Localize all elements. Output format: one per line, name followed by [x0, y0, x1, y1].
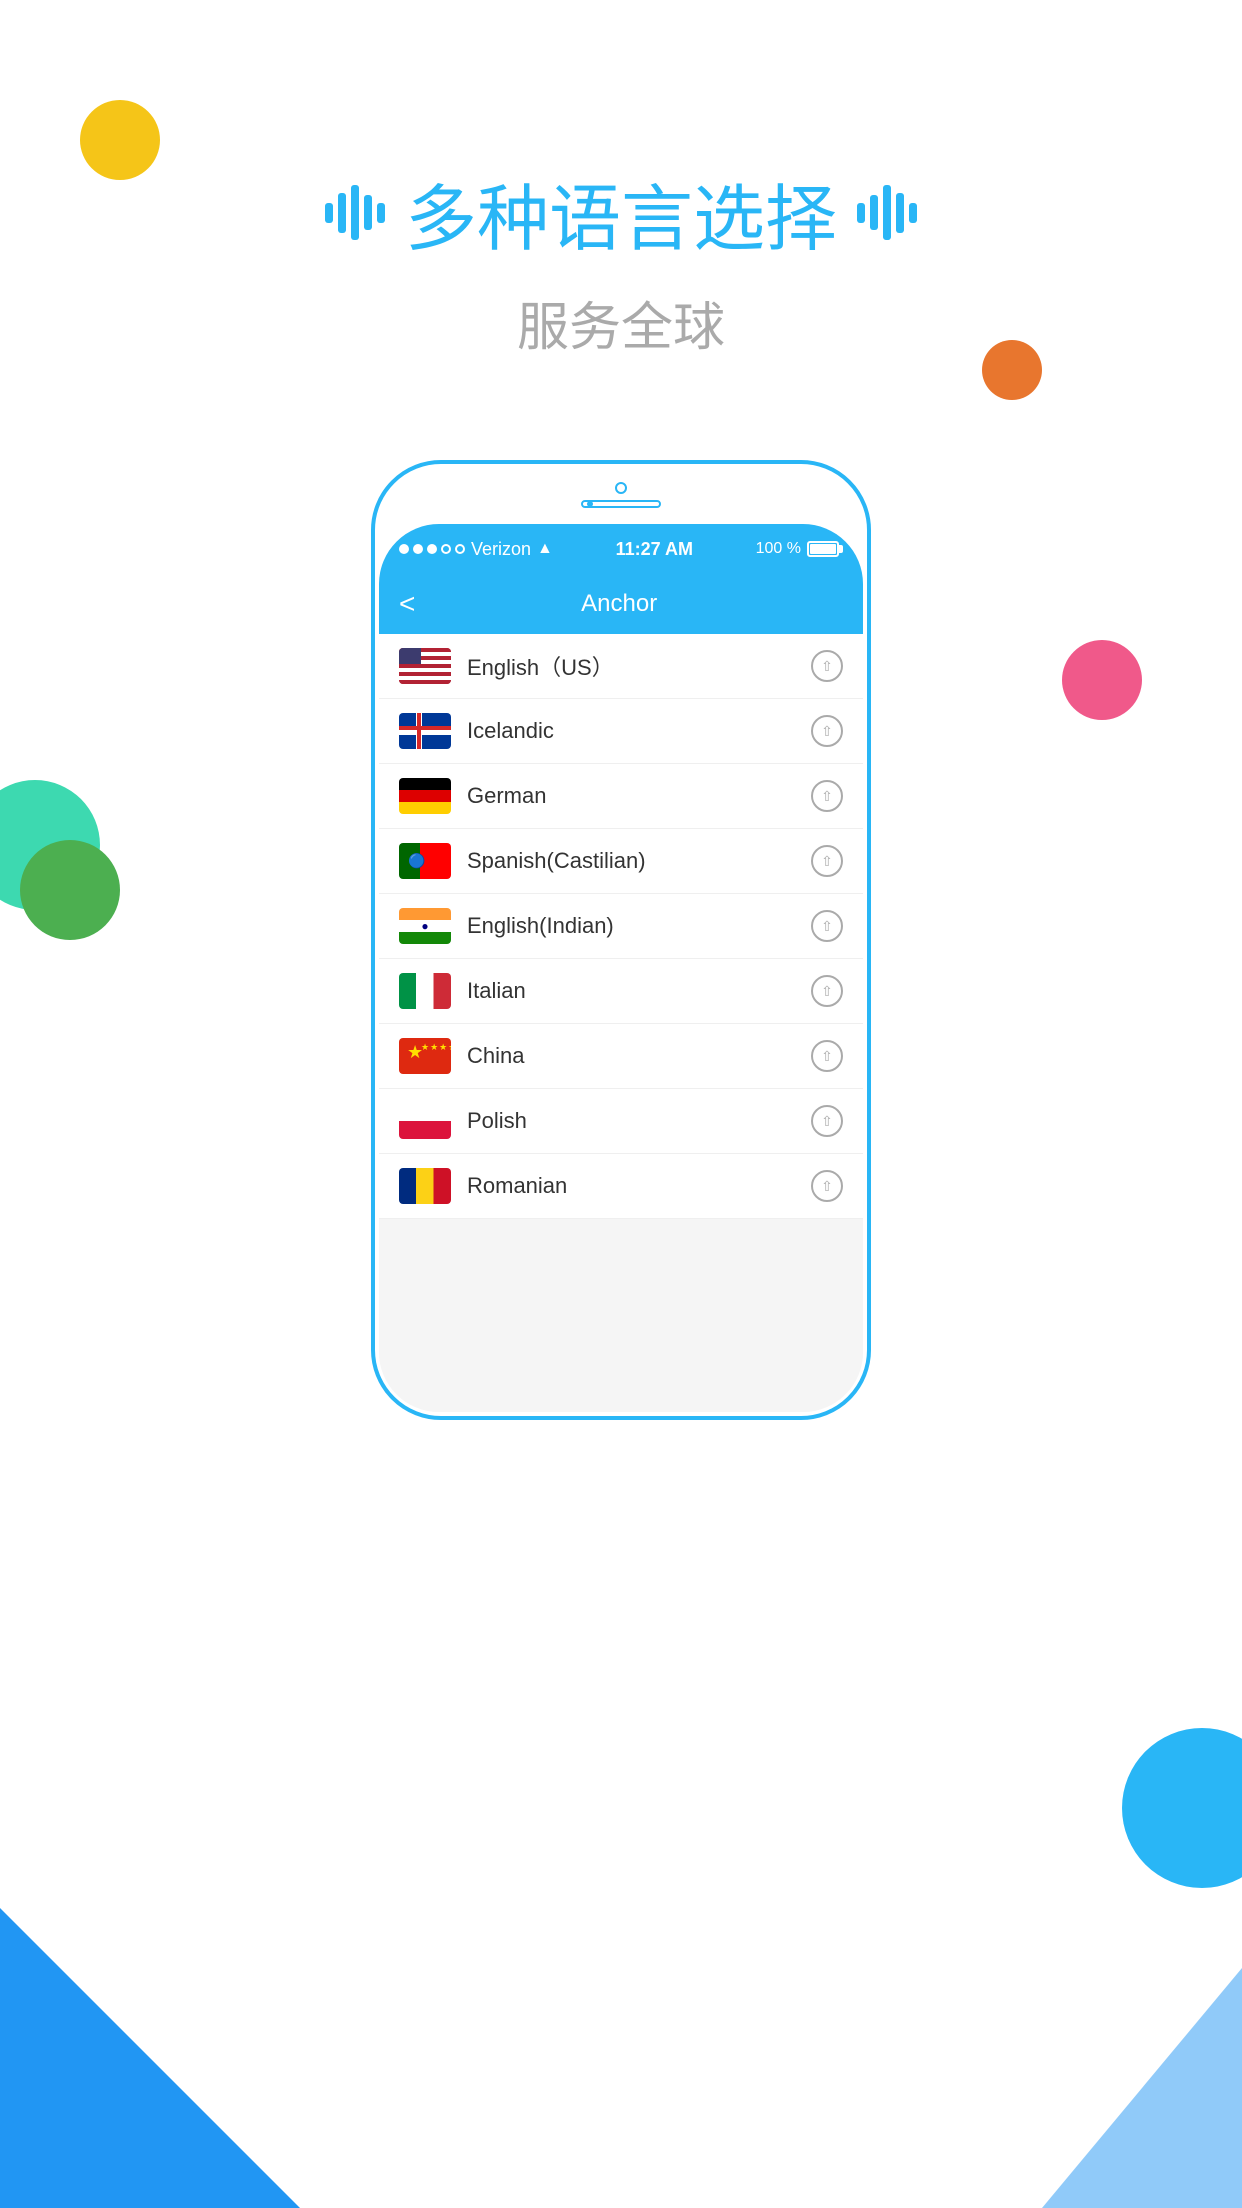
phone-speaker-dot [587, 501, 593, 507]
back-button[interactable]: < [399, 588, 415, 620]
status-bar-right: 100 % [756, 540, 843, 558]
triangle-left-decoration [0, 1708, 300, 2208]
language-item-spanish[interactable]: Spanish(Castilian) ⇧ [379, 829, 863, 894]
phone-top-notch [581, 482, 661, 508]
language-name-english-indian: English(Indian) [467, 913, 795, 939]
chevron-up-icon-polish[interactable]: ⇧ [811, 1105, 843, 1137]
chevron-up-icon-english-indian[interactable]: ⇧ [811, 910, 843, 942]
nav-bar: < Anchor [379, 574, 863, 634]
status-time: 11:27 AM [616, 539, 693, 560]
flag-de [399, 778, 451, 814]
battery-percent: 100 % [756, 540, 801, 558]
main-title-text: 多种语言选择 [405, 160, 837, 265]
chevron-up-icon-italian[interactable]: ⇧ [811, 975, 843, 1007]
battery-tip [839, 545, 843, 553]
flag-ro [399, 1168, 451, 1204]
flag-us [399, 648, 451, 684]
language-name-china: China [467, 1043, 795, 1069]
language-item-china[interactable]: China ⇧ [379, 1024, 863, 1089]
flag-cn [399, 1038, 451, 1074]
language-name-english-us: English（US） [467, 650, 795, 682]
subtitle-text: 服务全球 [0, 285, 1242, 360]
wave-left-icon [325, 185, 385, 240]
signal-dot-4 [441, 544, 451, 554]
wifi-icon: ▲ [537, 540, 553, 558]
signal-dot-5 [455, 544, 465, 554]
phone-mockup: Verizon ▲ 11:27 AM 100 % < Anch [371, 460, 871, 1420]
flag-in [399, 908, 451, 944]
battery-icon [807, 541, 843, 557]
flag-pl [399, 1103, 451, 1139]
flag-is [399, 713, 451, 749]
signal-dots [399, 544, 465, 554]
flag-it [399, 973, 451, 1009]
main-title: 多种语言选择 [0, 160, 1242, 265]
chevron-up-icon-spanish[interactable]: ⇧ [811, 845, 843, 877]
pink-dot-decoration [1062, 640, 1142, 720]
status-bar: Verizon ▲ 11:27 AM 100 % [379, 524, 863, 574]
blue-circle-decoration [1122, 1728, 1242, 1888]
language-name-spanish: Spanish(Castilian) [467, 848, 795, 874]
header-area: 多种语言选择 服务全球 [0, 160, 1242, 360]
wave-right-icon [857, 185, 917, 240]
signal-dot-1 [399, 544, 409, 554]
chevron-up-icon-icelandic[interactable]: ⇧ [811, 715, 843, 747]
signal-dot-3 [427, 544, 437, 554]
language-item-english-indian[interactable]: English(Indian) ⇧ [379, 894, 863, 959]
chevron-up-icon-german[interactable]: ⇧ [811, 780, 843, 812]
language-name-polish: Polish [467, 1108, 795, 1134]
flag-pt [399, 843, 451, 879]
nav-title: Anchor [435, 590, 803, 618]
language-item-german[interactable]: German ⇧ [379, 764, 863, 829]
language-item-italian[interactable]: Italian ⇧ [379, 959, 863, 1024]
green-circle-decoration [20, 840, 120, 940]
language-item-icelandic[interactable]: Icelandic ⇧ [379, 699, 863, 764]
battery-body [807, 541, 839, 557]
language-item-romanian[interactable]: Romanian ⇧ [379, 1154, 863, 1219]
chevron-up-icon-english-us[interactable]: ⇧ [811, 650, 843, 682]
carrier-name: Verizon [471, 539, 531, 560]
language-name-italian: Italian [467, 978, 795, 1004]
signal-dot-2 [413, 544, 423, 554]
language-name-icelandic: Icelandic [467, 718, 795, 744]
phone-speaker [581, 500, 661, 508]
language-item-polish[interactable]: Polish ⇧ [379, 1089, 863, 1154]
battery-fill [810, 544, 836, 554]
chevron-up-icon-china[interactable]: ⇧ [811, 1040, 843, 1072]
chevron-up-icon-romanian[interactable]: ⇧ [811, 1170, 843, 1202]
phone-camera-dot [615, 482, 627, 494]
language-list[interactable]: English（US） ⇧ Icelandic ⇧ German ⇧ Spani… [379, 634, 863, 1412]
language-item-english-us[interactable]: English（US） ⇧ [379, 634, 863, 699]
phone-screen: Verizon ▲ 11:27 AM 100 % < Anch [379, 524, 863, 1412]
language-name-romanian: Romanian [467, 1173, 795, 1199]
language-name-german: German [467, 783, 795, 809]
phone-frame: Verizon ▲ 11:27 AM 100 % < Anch [371, 460, 871, 1420]
status-bar-left: Verizon ▲ [399, 539, 553, 560]
